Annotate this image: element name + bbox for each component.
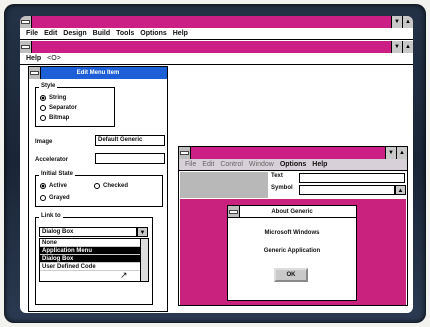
toolbar-gray-area [180, 172, 268, 198]
combo-arrow-icon[interactable]: ▼ [137, 227, 148, 237]
menu-tools[interactable]: Tools [116, 30, 134, 37]
system-menu-icon[interactable] [20, 41, 32, 53]
about-title: About Generic [271, 208, 313, 215]
edit-menu-item-dialog: Edit Menu Item Style String Separator Bi… [28, 66, 168, 312]
maximize-icon[interactable]: ▲ [402, 41, 413, 53]
about-dialog: About Generic Microsoft Windows Generic … [227, 205, 357, 301]
generic-menu-help[interactable]: Help [312, 161, 327, 168]
option-label: Active [49, 183, 68, 189]
accelerator-label: Accelerator [35, 157, 69, 163]
generic-menu-options[interactable]: Options [280, 161, 306, 168]
option-label: Checked [103, 183, 129, 189]
text-field[interactable] [299, 173, 405, 183]
generic-menu-edit[interactable]: Edit [202, 161, 214, 168]
editor-menu-bar: Help <O> [20, 53, 413, 65]
generic-menu-window[interactable]: Window [249, 161, 274, 168]
option-label: Bitmap [49, 115, 70, 121]
link-to-group: Link to Dialog Box ▼ None Application Me… [35, 213, 153, 305]
system-menu-icon[interactable] [179, 147, 191, 159]
screen: ▼ ▲ File Edit Design Build Tools Options… [20, 16, 413, 313]
list-item[interactable]: None [40, 239, 148, 247]
maximize-icon[interactable]: ▲ [402, 16, 413, 28]
editor-menu-placeholder[interactable]: <O> [47, 55, 61, 62]
radio-icon [40, 105, 46, 111]
image-field[interactable]: Default Generic [95, 135, 165, 146]
symbol-field[interactable] [299, 185, 395, 195]
ok-button[interactable]: OK [274, 268, 308, 282]
mouse-cursor-icon: ↗ [120, 270, 128, 280]
initial-state-group: Initial State Active Grayed Checked [35, 171, 163, 207]
state-active-radio[interactable]: Active [40, 183, 67, 189]
initial-state-group-title: Initial State [39, 171, 76, 177]
editor-menu-help[interactable]: Help [26, 55, 41, 62]
radio-icon [94, 183, 100, 189]
style-bitmap-radio[interactable]: Bitmap [40, 115, 69, 121]
generic-menu-file[interactable]: File [185, 161, 196, 168]
style-group-title: Style [39, 83, 58, 89]
menu-edit[interactable]: Edit [44, 30, 57, 37]
symbol-field-label: Symbol [271, 185, 293, 191]
option-label: String [49, 95, 67, 101]
edit-menu-item-title: Edit Menu Item [76, 70, 120, 76]
link-to-group-title: Link to [39, 213, 63, 219]
generic-title-bar[interactable]: ▼ ▲ [179, 147, 407, 159]
list-item[interactable]: User Defined Code [40, 263, 148, 271]
link-to-list[interactable]: None Application Menu Dialog Box User De… [39, 238, 149, 282]
list-scrollbar[interactable] [140, 239, 148, 281]
menu-design[interactable]: Design [63, 30, 86, 37]
about-line1: Microsoft Windows [264, 230, 320, 236]
style-separator-radio[interactable]: Separator [40, 105, 77, 111]
about-line2: Generic Application [263, 248, 321, 254]
style-string-radio[interactable]: String [40, 95, 66, 101]
menu-help[interactable]: Help [173, 30, 188, 37]
list-item-selected[interactable]: Application Menu [40, 247, 148, 255]
maximize-icon[interactable]: ▲ [396, 147, 407, 159]
generic-menu-control[interactable]: Control [220, 161, 243, 168]
minimize-icon[interactable]: ▼ [391, 41, 402, 53]
menu-file[interactable]: File [26, 30, 38, 37]
system-menu-icon[interactable] [29, 67, 41, 79]
radio-icon [40, 115, 46, 121]
system-menu-icon[interactable] [20, 16, 32, 28]
link-to-combo[interactable]: Dialog Box [39, 227, 137, 237]
radio-icon [40, 195, 46, 201]
image-label: Image [35, 139, 53, 145]
option-label: Grayed [49, 195, 70, 201]
system-menu-icon[interactable] [228, 206, 240, 217]
minimize-icon[interactable]: ▼ [385, 147, 396, 159]
edit-menu-item-title-bar[interactable]: Edit Menu Item [29, 67, 167, 79]
minimize-icon[interactable]: ▼ [391, 16, 402, 28]
editor-title-bar[interactable]: ▼ ▲ [20, 41, 413, 53]
menu-build[interactable]: Build [93, 30, 111, 37]
state-checked-checkbox[interactable]: Checked [94, 183, 128, 189]
accelerator-field[interactable] [95, 153, 165, 164]
radio-selected-icon [40, 95, 46, 101]
menu-options[interactable]: Options [140, 30, 166, 37]
symbol-scroll-icon[interactable]: ▲ [395, 185, 406, 195]
option-label: Separator [49, 105, 78, 111]
text-field-label: Text [271, 173, 283, 179]
state-grayed-radio[interactable]: Grayed [40, 195, 70, 201]
list-item-selected[interactable]: Dialog Box [40, 255, 148, 263]
generic-window: ▼ ▲ File Edit Control Window Options Hel… [178, 146, 408, 306]
main-menu-bar: File Edit Design Build Tools Options Hel… [20, 28, 413, 40]
generic-menu-bar: File Edit Control Window Options Help [179, 159, 407, 171]
main-title-bar[interactable]: ▼ ▲ [20, 16, 413, 28]
style-group: Style String Separator Bitmap [35, 83, 115, 127]
radio-selected-icon [40, 183, 46, 189]
about-title-bar[interactable]: About Generic [228, 206, 356, 218]
